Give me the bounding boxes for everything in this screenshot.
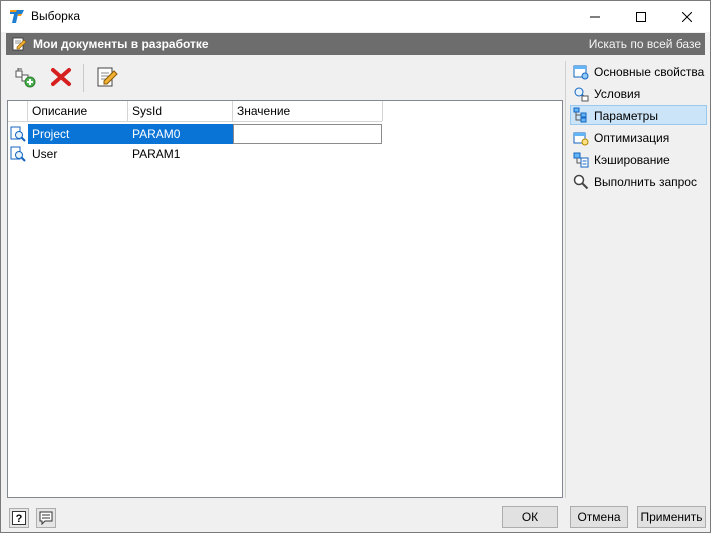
edit-document-icon	[12, 37, 26, 51]
side-item-label: Выполнить запрос	[594, 175, 697, 189]
side-item-label: Оптимизация	[594, 131, 670, 145]
svg-text:?: ?	[16, 513, 23, 525]
conditions-icon	[574, 87, 589, 102]
header-title: Мои документы в разработке	[33, 37, 209, 51]
edit-icon	[97, 67, 118, 87]
window-title: Выборка	[31, 9, 81, 23]
apply-button[interactable]: Применить	[637, 506, 706, 528]
side-item-label: Основные свойства	[594, 65, 705, 79]
delete-button[interactable]	[49, 65, 73, 89]
cell-sysid[interactable]: PARAM0	[128, 124, 233, 144]
properties-icon	[573, 65, 589, 80]
cell-sysid[interactable]: PARAM1	[128, 144, 233, 164]
side-item-label: Параметры	[594, 109, 658, 123]
column-header-sysid[interactable]: SysId	[128, 101, 233, 121]
maximize-icon	[636, 11, 646, 22]
optimization-icon	[573, 132, 589, 146]
minimize-icon	[590, 16, 600, 17]
table-row[interactable]: User PARAM1	[8, 144, 382, 164]
delete-icon	[51, 68, 71, 86]
side-item-main-properties[interactable]: Основные свойства	[570, 62, 707, 82]
search-icon	[573, 174, 589, 190]
table-row[interactable]: Project PARAM0	[8, 124, 382, 144]
title-bar: Выборка	[1, 1, 710, 32]
search-all-link[interactable]: Искать по всей базе	[589, 37, 701, 51]
side-item-conditions[interactable]: Условия	[570, 84, 707, 104]
add-parameter-icon	[15, 68, 36, 88]
cell-value-input[interactable]	[233, 124, 382, 144]
cell-description[interactable]: User	[28, 144, 128, 164]
cache-icon	[573, 152, 589, 168]
side-item-run-query[interactable]: Выполнить запрос	[570, 172, 707, 192]
app-logo-icon	[10, 10, 24, 23]
grid-header: Описание SysId Значение	[8, 101, 383, 122]
help-button[interactable]: ?	[9, 508, 29, 528]
close-button[interactable]	[664, 1, 710, 32]
column-header-description[interactable]: Описание	[28, 101, 128, 121]
maximize-button[interactable]	[618, 1, 664, 32]
edit-button[interactable]	[95, 65, 119, 89]
minimize-button[interactable]	[572, 1, 618, 32]
header-strip: Мои документы в разработке Искать по все…	[6, 33, 705, 55]
parameter-icon	[10, 126, 26, 142]
comment-icon	[39, 511, 53, 525]
side-item-caching[interactable]: Кэширование	[570, 150, 707, 170]
parameters-grid[interactable]: Описание SysId Значение Project PARAM0 U…	[7, 100, 563, 498]
help-icon: ?	[12, 511, 26, 525]
side-item-label: Условия	[594, 87, 641, 101]
side-item-optimization[interactable]: Оптимизация	[570, 128, 707, 148]
cell-value[interactable]	[233, 144, 382, 164]
ok-button[interactable]: ОК	[502, 506, 558, 528]
side-item-parameters[interactable]: Параметры	[570, 105, 707, 125]
toolbar-separator	[83, 64, 84, 92]
add-parameter-button[interactable]	[13, 65, 37, 89]
close-icon	[682, 11, 692, 22]
column-header-value[interactable]: Значение	[233, 101, 383, 121]
cancel-button[interactable]: Отмена	[570, 506, 628, 528]
side-divider	[565, 61, 566, 498]
parameters-tree-icon	[573, 107, 587, 123]
parameter-icon	[10, 146, 26, 162]
comment-button[interactable]	[36, 508, 56, 528]
side-item-label: Кэширование	[594, 153, 670, 167]
dialog-window: Выборка Мои документы в разработке Искат…	[0, 0, 711, 533]
cell-description[interactable]: Project	[28, 124, 128, 144]
grid-header-indicator	[8, 101, 28, 121]
